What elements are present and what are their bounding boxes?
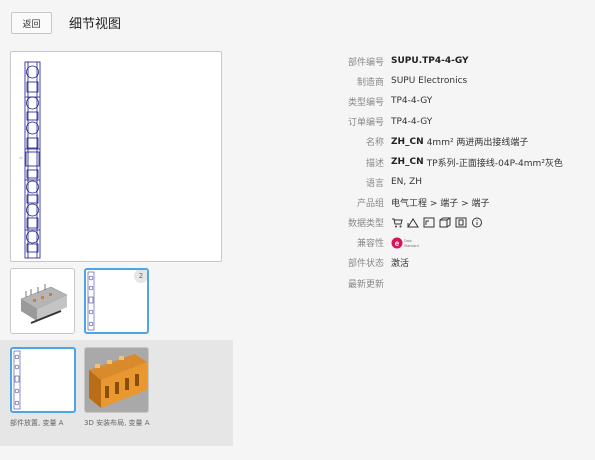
language-prefix: ZH_CN bbox=[391, 136, 424, 147]
description-text: TP系列-正面接线-04P-4mm²灰色 bbox=[426, 158, 563, 169]
terminal-drawing bbox=[19, 61, 41, 259]
macro-icon[interactable] bbox=[423, 217, 435, 228]
data-standard-logo: e Data Standard bbox=[391, 236, 425, 250]
prop-row-data-type: 数据类型 bbox=[300, 213, 590, 233]
properties-panel: 部件编号 SUPU.TP4-4-GY 制造商 SUPU Electronics … bbox=[300, 51, 590, 293]
prop-value: SUPU.TP4-4-GY bbox=[391, 56, 472, 66]
data-type-icons bbox=[391, 217, 487, 228]
name-text: 4mm² 两进两出接线端子 bbox=[426, 138, 529, 149]
prop-value: SUPU Electronics bbox=[391, 76, 468, 87]
back-button[interactable]: 返回 bbox=[11, 12, 52, 34]
prop-value: 激活 bbox=[391, 259, 410, 270]
prop-label: 类型编号 bbox=[347, 97, 384, 108]
prop-row-order-number: 订单编号 TP4-4-GY bbox=[300, 112, 590, 132]
prop-label: 描述 bbox=[365, 158, 384, 169]
prop-label: 制造商 bbox=[356, 77, 384, 88]
prop-row-manufacturer: 制造商 SUPU Electronics bbox=[300, 71, 590, 91]
prop-row-name: 名称 ZH_CN 4mm² 两进两出接线端子 bbox=[300, 132, 590, 152]
main-preview[interactable] bbox=[10, 51, 222, 262]
prop-row-status: 部件状态 激活 bbox=[300, 253, 590, 273]
schematic-icon[interactable] bbox=[407, 217, 419, 228]
info-icon[interactable] bbox=[471, 217, 483, 228]
variant-caption-3d: 3D 安装布局, 变量 A bbox=[84, 419, 150, 427]
prop-row-compatibility: 兼容性 e Data Standard bbox=[300, 233, 590, 253]
prop-label: 数据类型 bbox=[347, 219, 384, 230]
prop-label: 产品组 bbox=[356, 198, 384, 209]
language-prefix: ZH_CN bbox=[391, 157, 424, 168]
prop-value: ZH_CN 4mm² 两进两出接线端子 bbox=[391, 135, 529, 149]
terminal-drawing-variant bbox=[13, 350, 21, 410]
prop-label: 兼容性 bbox=[356, 239, 384, 250]
prop-value: TP4-4-GY bbox=[391, 96, 433, 107]
variant-thumbnail-placement[interactable] bbox=[10, 347, 76, 413]
variant-thumbnail-3d[interactable] bbox=[84, 347, 149, 413]
prop-label: 名称 bbox=[365, 138, 384, 149]
prop-row-last-update: 最新更新 bbox=[300, 273, 590, 293]
thumbnail-photo[interactable] bbox=[10, 268, 75, 334]
prop-row-type-number: 类型编号 TP4-4-GY bbox=[300, 91, 590, 111]
prop-label: 订单编号 bbox=[347, 118, 384, 129]
thumbnail-count-badge: 2 bbox=[134, 270, 147, 283]
prop-label: 部件编号 bbox=[347, 57, 384, 68]
page-title: 细节视图 bbox=[69, 17, 122, 32]
variant-caption-placement: 部件放置, 变量 A bbox=[10, 419, 64, 427]
prop-value: EN, ZH bbox=[391, 177, 423, 188]
prop-label: 部件状态 bbox=[347, 259, 384, 270]
terminal-photo-icon bbox=[20, 284, 68, 324]
svg-text:Standard: Standard bbox=[404, 244, 419, 248]
thumbnail-drawing[interactable]: 2 bbox=[84, 268, 149, 334]
prop-row-language: 语言 EN, ZH bbox=[300, 172, 590, 192]
data-standard-icon: e Data Standard bbox=[391, 237, 419, 249]
prop-value: 电气工程 > 端子 > 端子 bbox=[391, 198, 490, 209]
cart-icon[interactable] bbox=[391, 217, 403, 228]
svg-text:Data: Data bbox=[404, 239, 412, 243]
prop-value: TP4-4-GY bbox=[391, 116, 433, 127]
prop-label: 语言 bbox=[365, 178, 384, 189]
prop-row-description: 描述 ZH_CN TP系列-正面接线-04P-4mm²灰色 bbox=[300, 152, 590, 172]
prop-value: ZH_CN TP系列-正面接线-04P-4mm²灰色 bbox=[391, 156, 563, 169]
prop-row-product-group: 产品组 电气工程 > 端子 > 端子 bbox=[300, 192, 590, 212]
prop-label: 最新更新 bbox=[347, 279, 384, 290]
3d-icon[interactable] bbox=[439, 217, 451, 228]
3d-layout-icon bbox=[85, 348, 148, 412]
svg-text:e: e bbox=[395, 239, 400, 248]
graphic-icon[interactable] bbox=[455, 217, 467, 228]
prop-row-part-number: 部件编号 SUPU.TP4-4-GY bbox=[300, 51, 590, 71]
part-number-value: SUPU.TP4-4-GY bbox=[391, 56, 469, 67]
